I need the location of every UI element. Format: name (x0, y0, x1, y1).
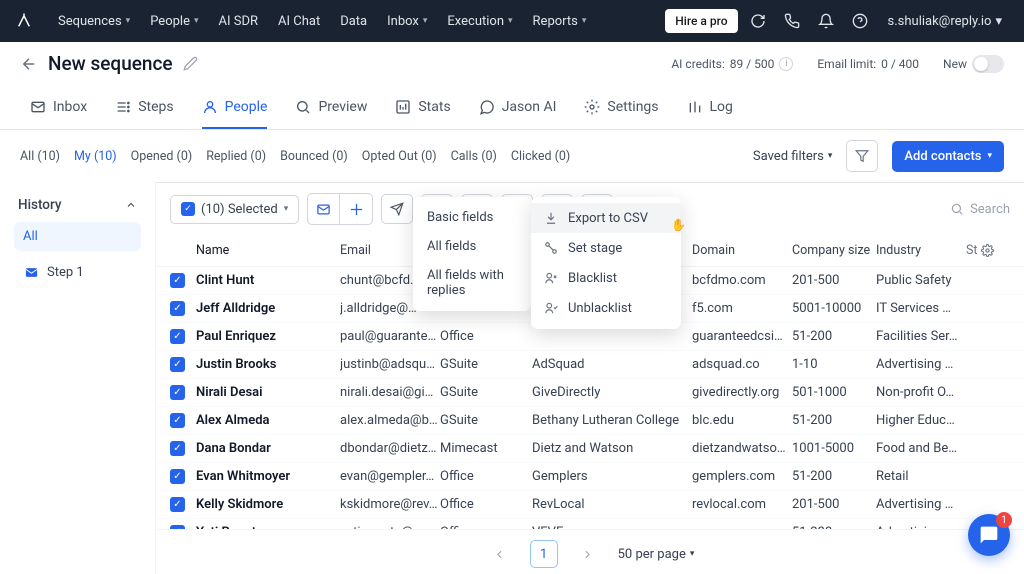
filter-bounced[interactable]: Bounced (0) (280, 149, 348, 164)
dd-blacklist[interactable]: Blacklist (531, 263, 681, 293)
search-icon (950, 202, 964, 216)
nav-reports[interactable]: Reports▾ (523, 8, 597, 35)
prev-page-icon[interactable] (486, 540, 514, 568)
back-icon[interactable] (20, 55, 38, 73)
mail-action-icon[interactable] (308, 194, 340, 224)
chat-icon (979, 525, 999, 545)
toggle-icon[interactable] (972, 55, 1004, 73)
info-icon[interactable]: i (779, 57, 793, 71)
sequence-tabs: Inbox Steps People Preview Stats Jason AI Sett… (0, 86, 1024, 130)
per-page-select[interactable]: 50 per page▾ (618, 547, 695, 562)
dd-all-fields[interactable]: All fields (413, 232, 531, 261)
tab-stats[interactable]: Stats (395, 86, 450, 129)
chevron-up-icon (125, 199, 137, 211)
table-row[interactable]: ✓Dana Bondardbondar@dietz…MimecastDietz … (156, 435, 1024, 463)
bell-icon[interactable] (812, 7, 840, 35)
new-toggle[interactable]: New (943, 55, 1004, 73)
nav-people[interactable]: People▾ (140, 8, 208, 35)
tab-log[interactable]: Log (687, 86, 733, 129)
gear-icon[interactable] (981, 244, 994, 257)
sidebar-item-all[interactable]: All (14, 222, 141, 251)
selection-chip[interactable]: ✓ (10) Selected ▾ (170, 195, 299, 224)
add-contacts-button[interactable]: Add contacts▾ (892, 141, 1004, 172)
dd-all-fields-with-replies[interactable]: All fields with replies (413, 261, 531, 305)
logo-icon[interactable] (14, 11, 34, 31)
row-checkbox[interactable]: ✓ (170, 497, 185, 512)
filter-calls[interactable]: Calls (0) (451, 149, 497, 164)
nav-ai-chat[interactable]: AI Chat (268, 8, 330, 35)
sparkle-action-icon[interactable] (340, 194, 372, 224)
filter-all[interactable]: All (10) (20, 149, 60, 164)
history-sidebar: History All Step 1 (0, 182, 155, 574)
table-row[interactable]: ✓Nirali Desainirali.desai@gi…GSuiteGiveD… (156, 379, 1024, 407)
email-limit: Email limit: 0 / 400 (817, 57, 919, 71)
nav-sequences[interactable]: Sequences▾ (48, 8, 140, 35)
tab-settings[interactable]: Settings (584, 86, 658, 129)
nav-inbox[interactable]: Inbox▾ (377, 8, 437, 35)
filter-opted[interactable]: Opted Out (0) (362, 149, 437, 164)
table-row[interactable]: ✓Yati Rungtayati.rungta@ve…OfficeVEVEvev… (156, 519, 1024, 529)
send-icon[interactable] (381, 194, 413, 224)
search-input[interactable]: Search (950, 202, 1010, 217)
nav-data[interactable]: Data (330, 8, 377, 35)
checkbox-icon: ✓ (181, 202, 195, 216)
row-checkbox[interactable]: ✓ (170, 441, 185, 456)
filters-row: All (10) My (10) Opened (0) Replied (0) Boun… (0, 130, 1024, 182)
filter-my[interactable]: My (10) (74, 149, 117, 164)
tab-steps[interactable]: Steps (115, 86, 173, 129)
nav-ai-sdr[interactable]: AI SDR (209, 8, 269, 35)
dd-export-to-csv[interactable]: Export to CSV (531, 203, 681, 233)
dd-unblacklist[interactable]: Unblacklist (531, 293, 681, 323)
table-row[interactable]: ✓Justin Brooksjustinb@adsqu…GSuiteAdSqua… (156, 351, 1024, 379)
tab-people[interactable]: People (202, 86, 268, 129)
user-menu[interactable]: s.shuliak@reply.io▾ (880, 10, 1010, 33)
chat-badge: 1 (996, 512, 1012, 528)
saved-filters[interactable]: Saved filters▾ (753, 149, 833, 164)
ai-credits: AI credits: 89 / 500 i (671, 57, 793, 71)
dd-basic-fields[interactable]: Basic fields (413, 203, 531, 232)
row-checkbox[interactable]: ✓ (170, 273, 185, 288)
row-checkbox[interactable]: ✓ (170, 329, 185, 344)
tab-jason-ai[interactable]: Jason AI (479, 86, 557, 129)
dd-set-stage[interactable]: Set stage (531, 233, 681, 263)
mail-icon (23, 264, 39, 280)
row-checkbox[interactable]: ✓ (170, 301, 185, 316)
filter-replied[interactable]: Replied (0) (206, 149, 266, 164)
title-bar: New sequence AI credits: 89 / 500 i Emai… (0, 42, 1024, 86)
row-checkbox[interactable]: ✓ (170, 469, 185, 484)
pagination: 1 50 per page▾ (156, 529, 1024, 574)
page-number[interactable]: 1 (530, 540, 558, 568)
edit-icon[interactable] (183, 56, 198, 71)
sidebar-item-step1[interactable]: Step 1 (14, 257, 141, 287)
row-checkbox[interactable]: ✓ (170, 357, 185, 372)
next-page-icon[interactable] (574, 540, 602, 568)
table-row[interactable]: ✓Evan Whitmoyerevan@gempler…OfficeGemple… (156, 463, 1024, 491)
tab-preview[interactable]: Preview (295, 86, 367, 129)
history-heading[interactable]: History (14, 194, 141, 216)
filter-opened[interactable]: Opened (0) (131, 149, 193, 164)
more-dropdown: Export to CSVSet stageBlacklistUnblackli… (531, 197, 681, 329)
filter-clicked[interactable]: Clicked (0) (511, 149, 570, 164)
row-checkbox[interactable]: ✓ (170, 525, 185, 529)
hire-a-pro-button[interactable]: Hire a pro (665, 9, 737, 33)
tab-inbox[interactable]: Inbox (30, 86, 87, 129)
nav-execution[interactable]: Execution▾ (437, 8, 522, 35)
top-navigation: Sequences▾People▾AI SDRAI ChatDataInbox▾… (0, 0, 1024, 42)
refresh-icon[interactable] (744, 7, 772, 35)
help-icon[interactable] (846, 7, 874, 35)
cursor-icon: ✋ (671, 218, 686, 232)
table-row[interactable]: ✓Kelly Skidmorekskidmore@rev…OfficeRevLo… (156, 491, 1024, 519)
chat-widget[interactable]: 1 (968, 514, 1010, 556)
table-row[interactable]: ✓Alex Almedaalex.almeda@b…GSuiteBethany … (156, 407, 1024, 435)
row-checkbox[interactable]: ✓ (170, 413, 185, 428)
phone-icon[interactable] (778, 7, 806, 35)
filter-icon[interactable] (846, 140, 878, 172)
sequence-title: New sequence (48, 52, 173, 75)
fields-dropdown: Basic fieldsAll fieldsAll fields with re… (413, 197, 531, 311)
row-checkbox[interactable]: ✓ (170, 385, 185, 400)
